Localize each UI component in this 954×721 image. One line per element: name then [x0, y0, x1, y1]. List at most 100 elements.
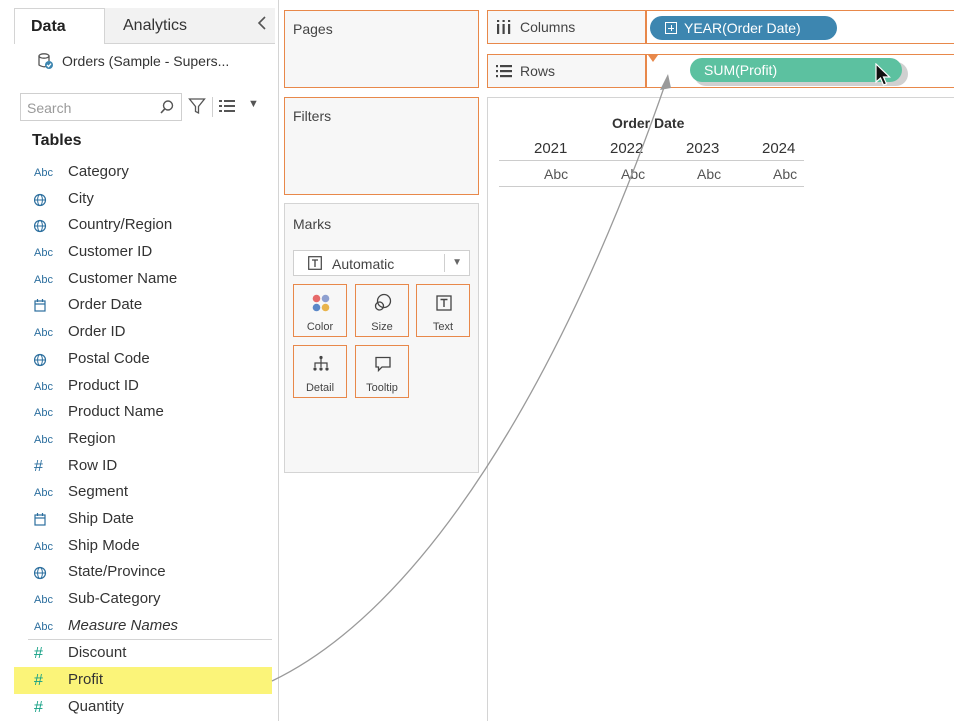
text-cell[interactable]: Abc [697, 166, 721, 182]
tab-analytics-label: Analytics [123, 17, 188, 34]
field-sub-category[interactable]: Abc Sub-Category [14, 586, 272, 613]
field-segment[interactable]: Abc Segment [14, 479, 272, 506]
field-country-region[interactable]: Country/Region [14, 212, 272, 239]
year-header-2022[interactable]: 2022 [610, 140, 643, 157]
field-ship-mode[interactable]: Abc Ship Mode [14, 533, 272, 560]
field-measure-names[interactable]: Abc Measure Names [14, 613, 272, 640]
search-icon[interactable] [159, 99, 175, 115]
field-customer-name[interactable]: Abc Customer Name [14, 266, 272, 293]
tooltip-button[interactable]: Tooltip [355, 345, 409, 398]
calendar-icon [34, 512, 46, 526]
field-product-name[interactable]: Abc Product Name [14, 399, 272, 426]
size-button[interactable]: Size [355, 284, 409, 337]
year-header-2023[interactable]: 2023 [686, 140, 719, 157]
columns-shelf-label: Columns [487, 10, 646, 44]
pages-shelf[interactable]: Pages [284, 10, 479, 88]
field-name: Region [68, 429, 116, 447]
field-ship-date[interactable]: Ship Date [14, 506, 272, 533]
field-discount[interactable]: # Discount [14, 640, 272, 667]
field-name: Country/Region [68, 216, 173, 234]
string-type-icon: Abc [34, 380, 53, 393]
columns-label: Columns [520, 19, 576, 35]
filters-shelf[interactable]: Filters [284, 97, 479, 195]
string-type-icon: Abc [34, 407, 53, 420]
chevron-left-icon[interactable] [257, 16, 267, 30]
column-header-order-date: Order Date [612, 115, 685, 131]
string-type-icon: Abc [34, 247, 53, 260]
field-customer-id[interactable]: Abc Customer ID [14, 239, 272, 266]
tooltip-button-label: Tooltip [366, 382, 398, 394]
text-icon [436, 295, 452, 311]
filter-icon[interactable] [188, 97, 206, 115]
pages-shelf-title: Pages [293, 21, 333, 37]
field-product-id[interactable]: Abc Product ID [14, 373, 272, 400]
detail-button[interactable]: Detail [293, 345, 347, 398]
search-input[interactable] [27, 98, 155, 118]
tooltip-bubble-icon [375, 356, 391, 373]
field-name: State/Province [68, 563, 166, 581]
field-name: Customer Name [68, 269, 178, 287]
datasource-row[interactable]: Orders (Sample - Supers... [14, 50, 274, 74]
mouse-cursor-icon [875, 63, 891, 86]
rows-pill-sum-profit[interactable]: SUM(Profit) [690, 58, 902, 82]
field-list: Abc Category City Country/Region Abc Cus… [14, 159, 272, 720]
string-type-icon: Abc [34, 487, 53, 500]
number-type-icon: # [34, 645, 43, 663]
cell-divider [499, 186, 804, 187]
year-header-2021[interactable]: 2021 [534, 140, 567, 157]
chevron-down-icon: ▼ [452, 257, 462, 268]
rows-label: Rows [520, 63, 556, 79]
columns-icon [497, 20, 511, 34]
text-cell[interactable]: Abc [544, 166, 568, 182]
field-profit[interactable]: # Profit [14, 667, 272, 694]
field-name: Profit [68, 671, 104, 689]
search-row: ▼ [20, 93, 275, 121]
field-order-date[interactable]: Order Date [14, 292, 272, 319]
columns-pill-year-order-date[interactable]: YEAR(Order Date) [650, 16, 837, 40]
field-name: Order ID [68, 323, 126, 341]
field-order-id[interactable]: Abc Order ID [14, 319, 272, 346]
string-type-icon: Abc [34, 167, 53, 179]
field-row-id[interactable]: # Row ID [14, 453, 272, 480]
string-type-icon: Abc [34, 433, 53, 446]
string-type-icon: Abc [34, 594, 53, 606]
field-name: Discount [68, 644, 127, 662]
expand-plus-icon[interactable] [665, 22, 677, 34]
field-name: Postal Code [68, 349, 150, 367]
color-dots-icon [312, 294, 330, 312]
text-cell[interactable]: Abc [621, 166, 645, 182]
color-button-label: Color [306, 321, 334, 333]
text-button[interactable]: Text [416, 284, 470, 337]
field-city[interactable]: City [14, 186, 272, 213]
color-button[interactable]: Color [293, 284, 347, 337]
list-view-icon[interactable] [219, 99, 235, 113]
number-type-icon: # [34, 672, 43, 690]
view-canvas[interactable] [487, 97, 954, 721]
tab-data[interactable]: Data [14, 8, 105, 44]
header-divider [499, 160, 804, 161]
tables-heading: Tables [32, 132, 82, 149]
field-name: Customer ID [68, 243, 153, 261]
search-box[interactable] [20, 93, 182, 121]
text-cell[interactable]: Abc [773, 166, 797, 182]
field-name: Measure Names [68, 616, 179, 634]
number-type-icon: # [34, 457, 43, 475]
detail-button-label: Detail [305, 382, 335, 394]
field-region[interactable]: Abc Region [14, 426, 272, 453]
field-postal-code[interactable]: Postal Code [14, 346, 272, 373]
drop-indicator-marker [648, 55, 658, 62]
year-header-2024[interactable]: 2024 [762, 140, 795, 157]
chevron-down-icon[interactable]: ▼ [248, 98, 259, 110]
field-category[interactable]: Abc Category [14, 159, 272, 186]
string-type-icon: Abc [34, 327, 53, 340]
tab-analytics[interactable]: Analytics [105, 8, 275, 44]
globe-icon [34, 567, 47, 580]
field-name: Quantity [68, 697, 124, 715]
toolbar-divider [212, 97, 213, 117]
pane-tabs: Data Analytics [0, 8, 275, 44]
field-quantity[interactable]: # Quantity [14, 694, 272, 721]
mark-type-dropdown[interactable]: Automatic ▼ [293, 250, 470, 276]
filters-shelf-title: Filters [293, 108, 332, 124]
field-state-province[interactable]: State/Province [14, 559, 272, 586]
datasource-name: Orders (Sample - Supers... [62, 53, 230, 69]
